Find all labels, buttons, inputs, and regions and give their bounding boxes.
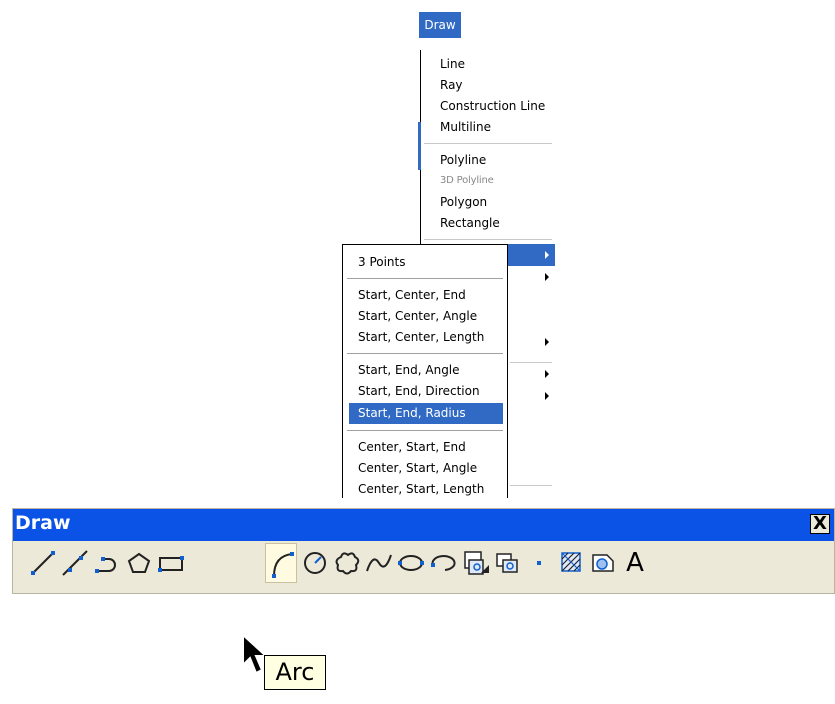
hatch-icon[interactable] xyxy=(555,543,587,583)
menu-item-polyline[interactable]: Polyline xyxy=(440,150,486,170)
arc-start-end-direction[interactable]: Start, End, Direction xyxy=(349,381,503,402)
submenu-arrow-icon xyxy=(545,392,549,400)
menu-accent-bar xyxy=(418,122,421,170)
menu-separator xyxy=(424,239,552,240)
circle-icon[interactable] xyxy=(299,543,331,583)
menu-separator xyxy=(510,485,552,486)
submenu-separator xyxy=(347,278,503,279)
insert-block-icon[interactable] xyxy=(459,543,491,583)
draw-menu-title[interactable]: Draw xyxy=(419,12,461,38)
point-icon[interactable] xyxy=(523,543,555,583)
arc-center-start-length[interactable]: Center, Start, Length xyxy=(349,479,503,500)
menu-separator xyxy=(510,362,552,363)
polygon-icon[interactable] xyxy=(123,543,155,583)
make-block-icon[interactable] xyxy=(491,543,523,583)
arc-start-end-radius[interactable]: Start, End, Radius xyxy=(349,403,503,424)
menu-item-line[interactable]: Line xyxy=(440,54,465,74)
line-icon[interactable] xyxy=(27,543,59,583)
submenu-separator xyxy=(347,430,503,431)
arc-start-center-angle[interactable]: Start, Center, Angle xyxy=(349,306,503,327)
spline-icon[interactable] xyxy=(363,543,395,583)
submenu-arrow-icon xyxy=(545,273,549,281)
menu-separator xyxy=(424,143,552,144)
arc-submenu: 3 Points Start, Center, End Start, Cente… xyxy=(342,244,508,498)
ellipse-icon[interactable] xyxy=(395,543,427,583)
toolbar-titlebar[interactable]: Draw X xyxy=(13,509,834,541)
ellipse-arc-icon[interactable] xyxy=(427,543,459,583)
arc-start-center-end[interactable]: Start, Center, End xyxy=(349,285,503,306)
menu-item-polygon[interactable]: Polygon xyxy=(440,192,487,212)
rectangle-icon[interactable] xyxy=(155,543,187,583)
arc-center-start-angle[interactable]: Center, Start, Angle xyxy=(349,458,503,479)
arc-center-start-end[interactable]: Center, Start, End xyxy=(349,437,503,458)
tooltip-arc: Arc xyxy=(264,655,326,690)
construction-line-icon[interactable] xyxy=(59,543,91,583)
region-icon[interactable] xyxy=(587,543,619,583)
arc-icon[interactable] xyxy=(265,543,297,583)
menu-item-3d-polyline[interactable]: 3D Polyline xyxy=(440,171,494,191)
arc-start-end-angle[interactable]: Start, End, Angle xyxy=(349,360,503,381)
submenu-arrow-icon xyxy=(545,370,549,378)
polyline-icon[interactable] xyxy=(91,543,123,583)
menu-item-rectangle[interactable]: Rectangle xyxy=(440,213,500,233)
submenu-arrow-icon xyxy=(545,338,549,346)
menu-item-construction-line[interactable]: Construction Line xyxy=(440,96,545,116)
toolbar-title: Draw xyxy=(15,512,71,534)
multiline-text-icon[interactable]: A xyxy=(619,543,651,583)
arc-3-points[interactable]: 3 Points xyxy=(349,252,503,273)
submenu-arrow-icon xyxy=(545,251,549,259)
close-button[interactable]: X xyxy=(810,514,830,534)
submenu-separator xyxy=(347,353,503,354)
menu-item-multiline[interactable]: Multiline xyxy=(440,117,491,137)
revision-cloud-icon[interactable] xyxy=(331,543,363,583)
arc-start-center-length[interactable]: Start, Center, Length xyxy=(349,327,503,348)
menu-item-ray[interactable]: Ray xyxy=(440,75,463,95)
draw-toolbar: Draw X A xyxy=(12,508,835,594)
